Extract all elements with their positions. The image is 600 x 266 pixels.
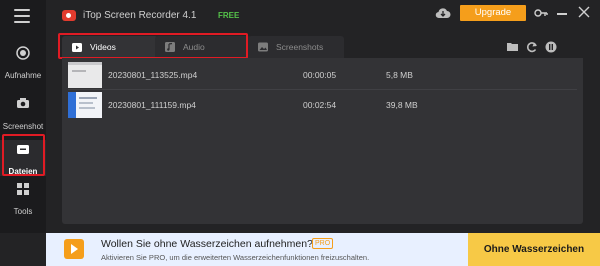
banner-title: Wollen Sie ohne Wasserzeichen aufnehmen? bbox=[101, 238, 313, 250]
file-size: 5,8 MB bbox=[386, 70, 413, 80]
sidebar-item-label: Aufnahme bbox=[4, 71, 42, 80]
tab-label: Screenshots bbox=[276, 42, 324, 52]
tabs-bar: Videos Audio Screenshots bbox=[46, 33, 600, 59]
upgrade-button[interactable]: Upgrade bbox=[460, 5, 526, 21]
banner-subtitle: Aktivieren Sie PRO, um die erweiterten W… bbox=[101, 253, 370, 262]
file-size: 39,8 MB bbox=[386, 100, 418, 110]
file-duration: 00:00:05 bbox=[303, 70, 337, 80]
watermark-promo-icon bbox=[64, 239, 84, 259]
sidebar: Aufnahme Screenshot Dateien Tools bbox=[0, 0, 46, 233]
remove-watermark-button[interactable]: Ohne Wasserzeichen bbox=[468, 233, 600, 266]
cloud-download-icon[interactable] bbox=[435, 6, 451, 19]
refresh-icon[interactable] bbox=[526, 41, 538, 53]
sidebar-item-screenshot[interactable]: Screenshot bbox=[0, 95, 46, 131]
highlight-frame bbox=[2, 134, 45, 176]
title-bar: iTop Screen Recorder 4.1 FREE Upgrade bbox=[46, 0, 600, 30]
pro-badge: PRO bbox=[312, 238, 334, 249]
sidebar-item-label: Tools bbox=[13, 207, 33, 216]
file-name: 20230801_111159.mp4 bbox=[108, 100, 196, 110]
edition-badge: FREE bbox=[218, 11, 240, 20]
tools-icon bbox=[17, 183, 29, 195]
sidebar-item-aufnahme[interactable]: Aufnahme bbox=[0, 44, 46, 80]
key-icon[interactable] bbox=[534, 7, 548, 19]
compress-icon[interactable] bbox=[545, 41, 557, 53]
file-name: 20230801_113525.mp4 bbox=[108, 70, 198, 80]
file-row[interactable]: 20230801_113525.mp4 00:00:05 5,8 MB bbox=[68, 60, 577, 90]
open-folder-icon[interactable] bbox=[506, 41, 519, 52]
promo-banner: Wollen Sie ohne Wasserzeichen aufnehmen?… bbox=[46, 233, 600, 266]
video-thumbnail bbox=[68, 92, 102, 118]
menu-icon[interactable] bbox=[14, 9, 30, 23]
close-icon[interactable] bbox=[578, 6, 590, 18]
app-window: Aufnahme Screenshot Dateien Tools iTop S… bbox=[0, 0, 600, 266]
tabs-highlight-frame bbox=[58, 33, 248, 59]
minimize-icon[interactable] bbox=[557, 13, 567, 15]
file-row[interactable]: 20230801_111159.mp4 00:02:54 39,8 MB bbox=[68, 90, 577, 120]
video-thumbnail bbox=[68, 62, 102, 88]
sidebar-item-tools[interactable]: Tools bbox=[0, 180, 46, 216]
file-duration: 00:02:54 bbox=[303, 100, 337, 110]
tab-screenshots[interactable]: Screenshots bbox=[248, 36, 344, 58]
app-logo-icon bbox=[62, 10, 76, 21]
camera-icon bbox=[17, 98, 29, 108]
app-title: iTop Screen Recorder 4.1 bbox=[83, 10, 197, 21]
record-icon bbox=[16, 46, 30, 60]
image-icon bbox=[258, 42, 268, 52]
file-list: 20230801_113525.mp4 00:00:05 5,8 MB 2023… bbox=[62, 58, 583, 224]
sidebar-item-label: Screenshot bbox=[2, 122, 44, 131]
